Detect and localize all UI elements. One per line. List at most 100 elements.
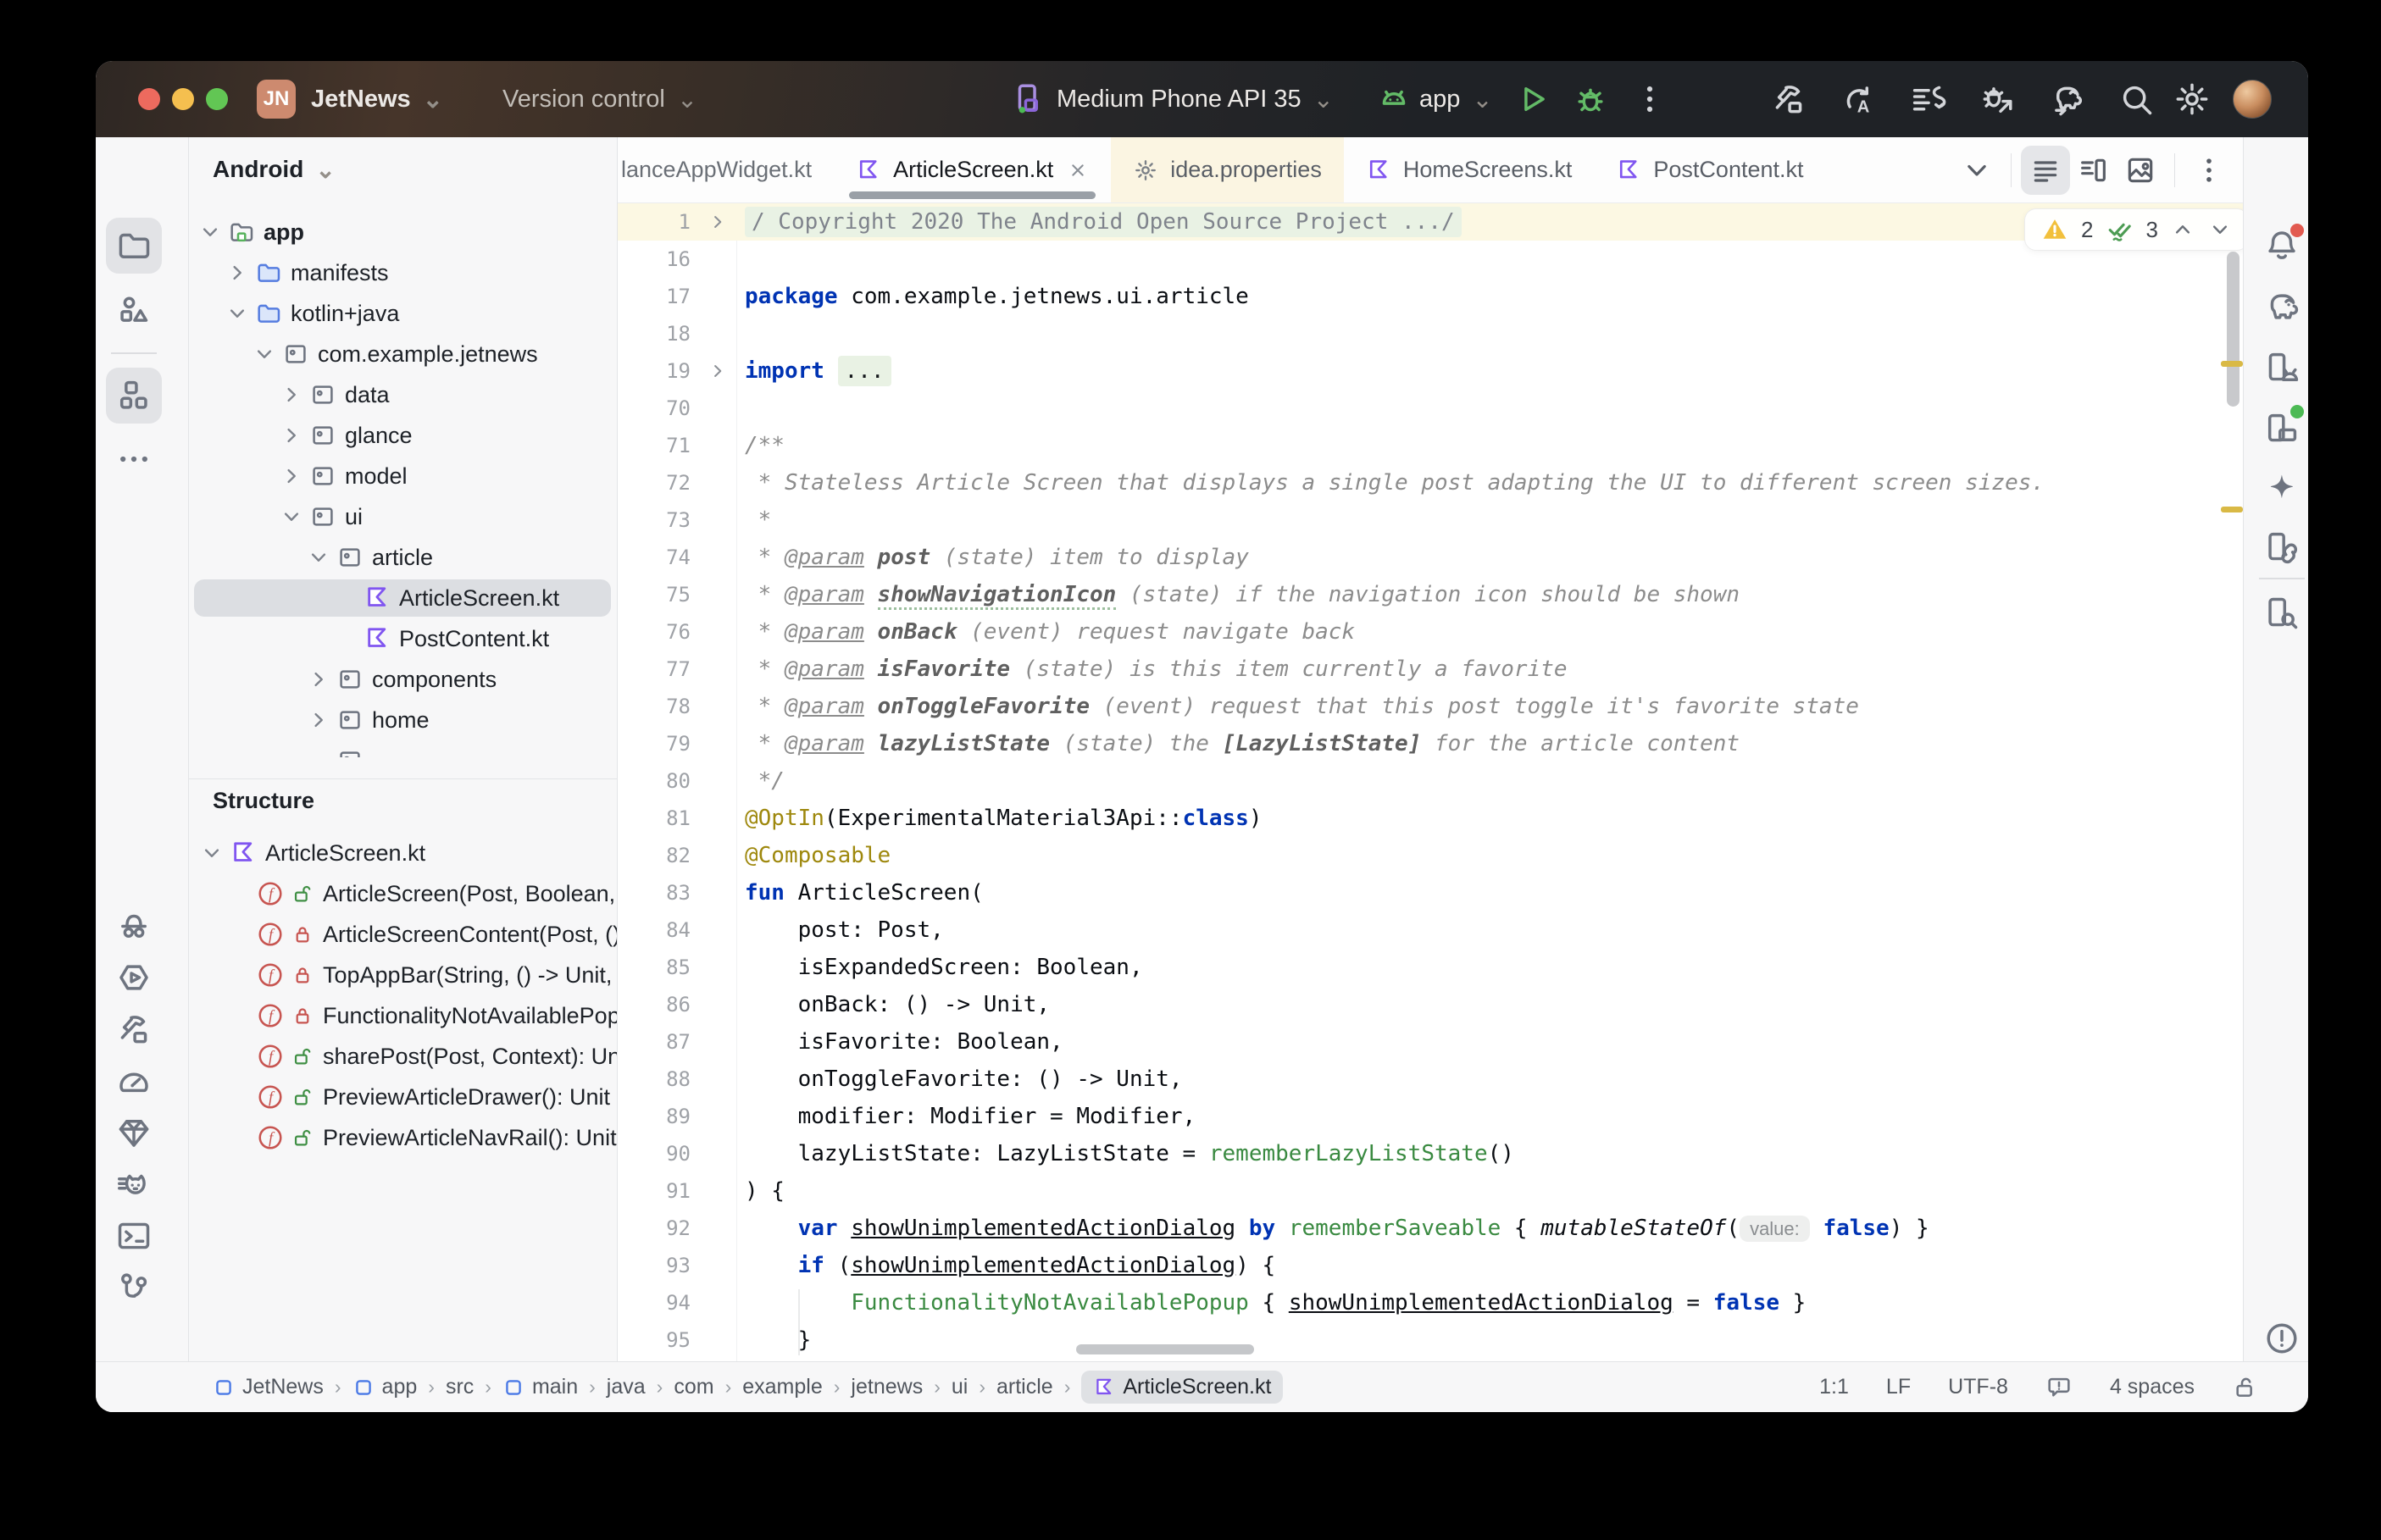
code-line-71[interactable]: 71 /**	[618, 427, 2243, 464]
line-number[interactable]: 77	[618, 651, 691, 688]
project-tree-item-glance[interactable]: glance	[189, 417, 617, 454]
project-tree-item-kotlin-java[interactable]: kotlin+java	[189, 295, 617, 332]
chevron-down-icon[interactable]	[306, 545, 331, 570]
build-icon[interactable]	[1770, 80, 1807, 118]
code-line-90[interactable]: 90 lazyListState: LazyListState = rememb…	[618, 1135, 2243, 1172]
code-line-19[interactable]: 19 import ...	[618, 352, 2243, 390]
code-line-75[interactable]: 75 * @param showNavigationIcon (state) i…	[618, 576, 2243, 613]
structure-item[interactable]: f PreviewArticleNavRail(): Unit	[189, 1119, 617, 1156]
code-line-76[interactable]: 76 * @param onBack (event) request navig…	[618, 613, 2243, 651]
code-line-81[interactable]: 81 @OptIn(ExperimentalMaterial3Api::class…	[618, 800, 2243, 837]
breadcrumb-item-java[interactable]: java	[607, 1375, 646, 1399]
running-devices-icon[interactable]	[2263, 405, 2304, 447]
line-number[interactable]: 19	[618, 352, 691, 390]
code-line-1[interactable]: 1 / Copyright 2020 The Android Open Sourc…	[618, 203, 2243, 241]
code-line-72[interactable]: 72 * Stateless Article Screen that displ…	[618, 464, 2243, 501]
resource-manager-icon[interactable]	[115, 291, 153, 329]
chevron-right-icon[interactable]	[279, 463, 304, 489]
line-number[interactable]: 85	[618, 949, 691, 986]
warning-stripe-mark[interactable]	[2221, 507, 2243, 512]
structure-item[interactable]: f sharePost(Post, Context): Un	[189, 1038, 617, 1075]
breadcrumb-item-article[interactable]: article	[996, 1375, 1053, 1399]
device-selector[interactable]: Medium Phone API 35 ⌄	[1057, 61, 1334, 137]
line-number[interactable]: 71	[618, 427, 691, 464]
code-line-77[interactable]: 77 * @param isFavorite (state) is this i…	[618, 651, 2243, 688]
code-line-18[interactable]: 18	[618, 315, 2243, 352]
caret-position[interactable]: 1:1	[1819, 1375, 1849, 1399]
breadcrumb-item-main[interactable]: main	[502, 1375, 578, 1399]
debug-icon[interactable]	[1572, 80, 1609, 118]
project-view-selector[interactable]: Android ⌄	[213, 149, 336, 190]
project-tree-item-components[interactable]: components	[189, 661, 617, 698]
line-number[interactable]: 75	[618, 576, 691, 613]
search-icon[interactable]	[2117, 80, 2155, 118]
chevron-right-icon[interactable]	[279, 423, 304, 448]
project-tree-item[interactable]	[189, 742, 617, 757]
code-line-74[interactable]: 74 * @param post (state) item to display	[618, 539, 2243, 576]
minimize-window-button[interactable]	[172, 88, 194, 110]
editor-kebab-icon[interactable]	[2192, 153, 2226, 187]
tab-homescreens-kt[interactable]: HomeScreens.kt	[1344, 137, 1595, 202]
panel-splitter[interactable]	[189, 778, 617, 779]
chevron-down-icon[interactable]	[279, 504, 304, 529]
line-number[interactable]: 80	[618, 762, 691, 800]
split-view-icon[interactable]	[2076, 153, 2110, 187]
sync-gradle-icon[interactable]	[2048, 80, 2085, 118]
line-number[interactable]: 81	[618, 800, 691, 837]
previous-problem-icon[interactable]	[2170, 217, 2195, 242]
device-mirroring-icon[interactable]	[2263, 529, 2301, 566]
line-number[interactable]: 79	[618, 725, 691, 762]
avatar[interactable]	[2233, 80, 2272, 119]
inspections-widget[interactable]: 2 3	[2024, 208, 2243, 251]
encoding[interactable]: UTF-8	[1948, 1375, 2008, 1399]
structure-icon[interactable]	[106, 368, 162, 424]
line-number[interactable]: 74	[618, 539, 691, 576]
close-window-button[interactable]	[138, 88, 160, 110]
project-tree-item-articlescreen-kt[interactable]: ArticleScreen.kt	[189, 579, 617, 617]
chevron-down-icon[interactable]	[199, 840, 225, 866]
indent-setting[interactable]: 4 spaces	[2110, 1375, 2195, 1399]
code-line-73[interactable]: 73 *	[618, 501, 2243, 539]
line-ending[interactable]: LF	[1886, 1375, 1911, 1399]
inspections-status-icon[interactable]	[2045, 1374, 2073, 1401]
chevron-right-icon[interactable]	[306, 707, 331, 733]
fold-marker-icon[interactable]	[691, 360, 745, 382]
code-line-95[interactable]: 95 }	[618, 1321, 2243, 1359]
line-number[interactable]: 89	[618, 1098, 691, 1135]
warning-stripe-mark[interactable]	[2221, 361, 2243, 367]
code-line-89[interactable]: 89 modifier: Modifier = Modifier,	[618, 1098, 2243, 1135]
code-line-94[interactable]: 94 FunctionalityNotAvailablePopup { show…	[618, 1284, 2243, 1321]
zoom-window-button[interactable]	[206, 88, 228, 110]
code-line-82[interactable]: 82 @Composable	[618, 837, 2243, 874]
terminal-icon[interactable]	[115, 1217, 153, 1255]
code-line-86[interactable]: 86 onBack: () -> Unit,	[618, 986, 2243, 1023]
line-number[interactable]: 94	[618, 1284, 691, 1321]
gemini-icon[interactable]	[2263, 471, 2301, 508]
more-kebab-icon[interactable]	[1631, 80, 1668, 118]
line-number[interactable]: 76	[618, 613, 691, 651]
breadcrumb-item-ui[interactable]: ui	[952, 1375, 968, 1399]
code-line-17[interactable]: 17 package com.example.jetnews.ui.article	[618, 278, 2243, 315]
structure-item[interactable]: f ArticleScreen(Post, Boolean,	[189, 875, 617, 912]
line-number[interactable]: 88	[618, 1061, 691, 1098]
line-number[interactable]: 72	[618, 464, 691, 501]
line-number[interactable]: 95	[618, 1321, 691, 1359]
line-number[interactable]: 86	[618, 986, 691, 1023]
tab-postcontent-kt[interactable]: PostContent.kt	[1594, 137, 1825, 202]
code-line-16[interactable]: 16	[618, 241, 2243, 278]
next-problem-icon[interactable]	[2207, 217, 2233, 242]
line-number[interactable]: 73	[618, 501, 691, 539]
refactor-icon[interactable]: A	[1840, 80, 1877, 118]
project-tree-item-home[interactable]: home	[189, 701, 617, 739]
project-tree-item-ui[interactable]: ui	[189, 498, 617, 535]
line-number[interactable]: 84	[618, 911, 691, 949]
breadcrumb-item-app[interactable]: app	[352, 1375, 417, 1399]
gradle-icon[interactable]	[2263, 288, 2301, 325]
line-number[interactable]: 91	[618, 1172, 691, 1210]
fold-marker-icon[interactable]	[691, 211, 745, 233]
structure-root-file[interactable]: ArticleScreen.kt	[189, 834, 617, 872]
line-number[interactable]: 92	[618, 1210, 691, 1247]
logcat-icon[interactable]	[115, 1166, 153, 1203]
project-tree-item-app[interactable]: app	[189, 213, 617, 251]
line-number[interactable]: 82	[618, 837, 691, 874]
